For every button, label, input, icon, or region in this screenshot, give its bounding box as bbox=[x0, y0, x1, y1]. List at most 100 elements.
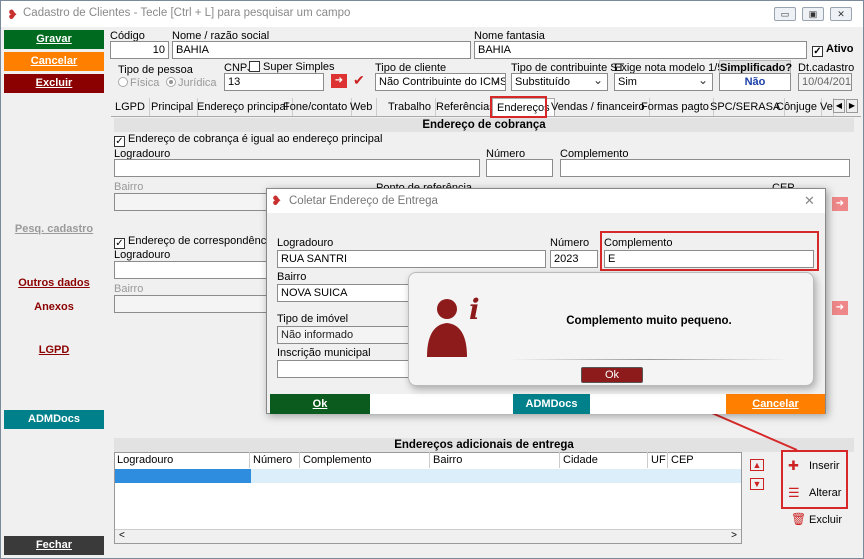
active-checkbox[interactable]: ✓ Ativo bbox=[812, 43, 854, 57]
maximize-button[interactable]: ▣ bbox=[802, 7, 824, 21]
cnpj-field[interactable]: 13 bbox=[224, 73, 324, 91]
tab-sales[interactable]: Vendas / financeiro bbox=[547, 98, 650, 116]
close-window-button[interactable]: ✕ bbox=[830, 7, 852, 21]
dialog-title-bar: ❥ Coletar Endereço de Entrega ✕ bbox=[267, 189, 825, 213]
mail-district-field[interactable] bbox=[114, 295, 274, 313]
active-label: Ativo bbox=[826, 43, 854, 55]
cancel-button[interactable]: Cancelar bbox=[4, 52, 104, 71]
billing-complement-field[interactable] bbox=[560, 159, 850, 177]
move-down-icon[interactable]: ▼ bbox=[750, 478, 764, 490]
highlight-addresses-tab bbox=[490, 96, 547, 118]
arrow-right-icon[interactable]: ➜ bbox=[832, 197, 848, 211]
trade-name-field[interactable]: BAHIA bbox=[474, 41, 807, 59]
billing-same-checkbox[interactable]: ✓ Endereço de cobrança é igual ao endereç… bbox=[114, 133, 382, 147]
tab-lgpd[interactable]: LGPD bbox=[111, 98, 150, 116]
table-row[interactable] bbox=[251, 469, 741, 483]
dialog-street-field[interactable]: RUA SANTRI bbox=[277, 250, 546, 268]
arrow-right-icon[interactable]: ➜ bbox=[832, 301, 848, 315]
municipal-reg-label: Inscrição municipal bbox=[277, 347, 371, 359]
juridica-label: Jurídica bbox=[178, 77, 217, 89]
super-simples-label: Super Simples bbox=[263, 61, 335, 73]
remove-label: Excluir bbox=[809, 514, 843, 526]
mail-street-field[interactable] bbox=[114, 261, 274, 279]
super-simples-checkbox[interactable]: Super Simples bbox=[249, 61, 335, 73]
highlight-complement bbox=[600, 231, 819, 271]
dialog-district-field[interactable]: NOVA SUICA bbox=[277, 284, 417, 302]
st-type-select[interactable]: Substituído bbox=[511, 73, 608, 91]
billing-district-label: Bairro bbox=[114, 181, 144, 193]
message-box: i Complemento muito pequeno. Ok bbox=[408, 272, 814, 386]
tab-scroll-right-icon[interactable]: ▶ bbox=[846, 99, 858, 113]
check-icon: ✓ bbox=[812, 46, 823, 57]
col-uf[interactable]: UF bbox=[648, 452, 668, 468]
dialog-number-label: Número bbox=[550, 237, 590, 249]
billing-section-title: Endereço de cobrança bbox=[114, 118, 854, 132]
tab-phone[interactable]: Fone/contato bbox=[279, 98, 353, 116]
save-button[interactable]: Gravar bbox=[4, 30, 104, 49]
fisica-label: Física bbox=[130, 77, 160, 89]
tab-web[interactable]: Web bbox=[346, 98, 378, 116]
dialog-number-field[interactable]: 2023 bbox=[550, 250, 598, 268]
property-type-select[interactable]: Não informado bbox=[277, 326, 417, 344]
scroll-left-icon[interactable]: < bbox=[119, 530, 125, 541]
municipal-reg-field[interactable] bbox=[277, 360, 417, 378]
col-complement[interactable]: Complemento bbox=[300, 452, 430, 468]
message-ok-button[interactable]: Ok bbox=[581, 367, 643, 383]
name-field[interactable]: BAHIA bbox=[172, 41, 471, 59]
col-street[interactable]: Logradouro bbox=[114, 452, 250, 468]
dialog-admdocs-button[interactable]: ADMDocs bbox=[513, 394, 590, 414]
tab-more[interactable]: Ve bbox=[816, 98, 834, 116]
client-type-select[interactable]: Não Contribuinte do ICMS bbox=[375, 73, 506, 91]
check-mark-icon[interactable]: ✔ bbox=[353, 73, 367, 87]
billing-street-field[interactable] bbox=[114, 159, 480, 177]
tab-payment[interactable]: Formas pagto bbox=[637, 98, 714, 116]
grid-scrollbar[interactable]: < > bbox=[115, 529, 741, 543]
radio-juridica[interactable]: Jurídica bbox=[166, 77, 217, 89]
billing-district-field[interactable] bbox=[114, 193, 274, 211]
dialog-district-label: Bairro bbox=[277, 271, 307, 283]
other-data-button[interactable]: Outros dados bbox=[4, 274, 104, 293]
remove-button[interactable]: 🗑 Excluir bbox=[791, 512, 846, 528]
billing-number-field[interactable] bbox=[486, 159, 553, 177]
tab-spouse[interactable]: Cônjuge bbox=[772, 98, 822, 116]
search-record-button[interactable]: Pesq. cadastro bbox=[4, 220, 104, 239]
simplified-label: Simplificado? bbox=[719, 60, 793, 74]
code-field[interactable]: 10 bbox=[110, 41, 169, 59]
close-button[interactable]: Fechar bbox=[4, 536, 104, 555]
person-type-label: Tipo de pessoa bbox=[118, 64, 193, 76]
checkbox-icon bbox=[249, 61, 260, 72]
dialog-cancel-button[interactable]: Cancelar bbox=[726, 394, 825, 414]
move-up-icon[interactable]: ▲ bbox=[750, 459, 764, 471]
divider bbox=[509, 359, 789, 360]
simplified-value: Não bbox=[719, 73, 791, 91]
dialog-street-label: Logradouro bbox=[277, 237, 334, 249]
close-icon[interactable]: ✕ bbox=[804, 193, 815, 209]
dialog-title: Coletar Endereço de Entrega bbox=[289, 195, 438, 207]
dialog-footer-spacer bbox=[370, 394, 513, 414]
radio-fisica[interactable]: Física bbox=[118, 77, 159, 89]
check-icon: ✓ bbox=[114, 238, 125, 249]
nf155-select[interactable]: Sim bbox=[614, 73, 713, 91]
tab-scroll-left-icon[interactable]: ◀ bbox=[833, 99, 845, 113]
title-bar: ❥ Cadastro de Clientes - Tecle [Ctrl + L… bbox=[1, 1, 863, 27]
attachments-button[interactable]: Anexos bbox=[4, 298, 104, 317]
mail-street-label: Logradouro bbox=[114, 249, 171, 261]
tab-work[interactable]: Trabalho bbox=[384, 98, 437, 116]
dialog-ok-button[interactable]: Ok bbox=[270, 394, 370, 414]
col-number[interactable]: Número bbox=[250, 452, 300, 468]
col-district[interactable]: Bairro bbox=[430, 452, 560, 468]
arrow-right-icon[interactable]: ➜ bbox=[331, 74, 347, 88]
grid-selected-cell[interactable] bbox=[115, 469, 251, 483]
trash-icon: 🗑 bbox=[791, 512, 807, 526]
tab-principal[interactable]: Principal bbox=[147, 98, 199, 116]
lgpd-button[interactable]: LGPD bbox=[4, 341, 104, 360]
col-city[interactable]: Cidade bbox=[560, 452, 648, 468]
info-person-icon: i bbox=[427, 293, 480, 357]
delete-button[interactable]: Excluir bbox=[4, 74, 104, 93]
dialog-footer-spacer bbox=[590, 394, 726, 414]
admdocs-button[interactable]: ADMDocs bbox=[4, 410, 104, 429]
scroll-right-icon[interactable]: > bbox=[731, 530, 737, 541]
app-logo-icon: ❥ bbox=[7, 7, 18, 22]
window-title: Cadastro de Clientes - Tecle [Ctrl + L] … bbox=[23, 7, 351, 19]
minimize-button[interactable]: ▭ bbox=[774, 7, 796, 21]
